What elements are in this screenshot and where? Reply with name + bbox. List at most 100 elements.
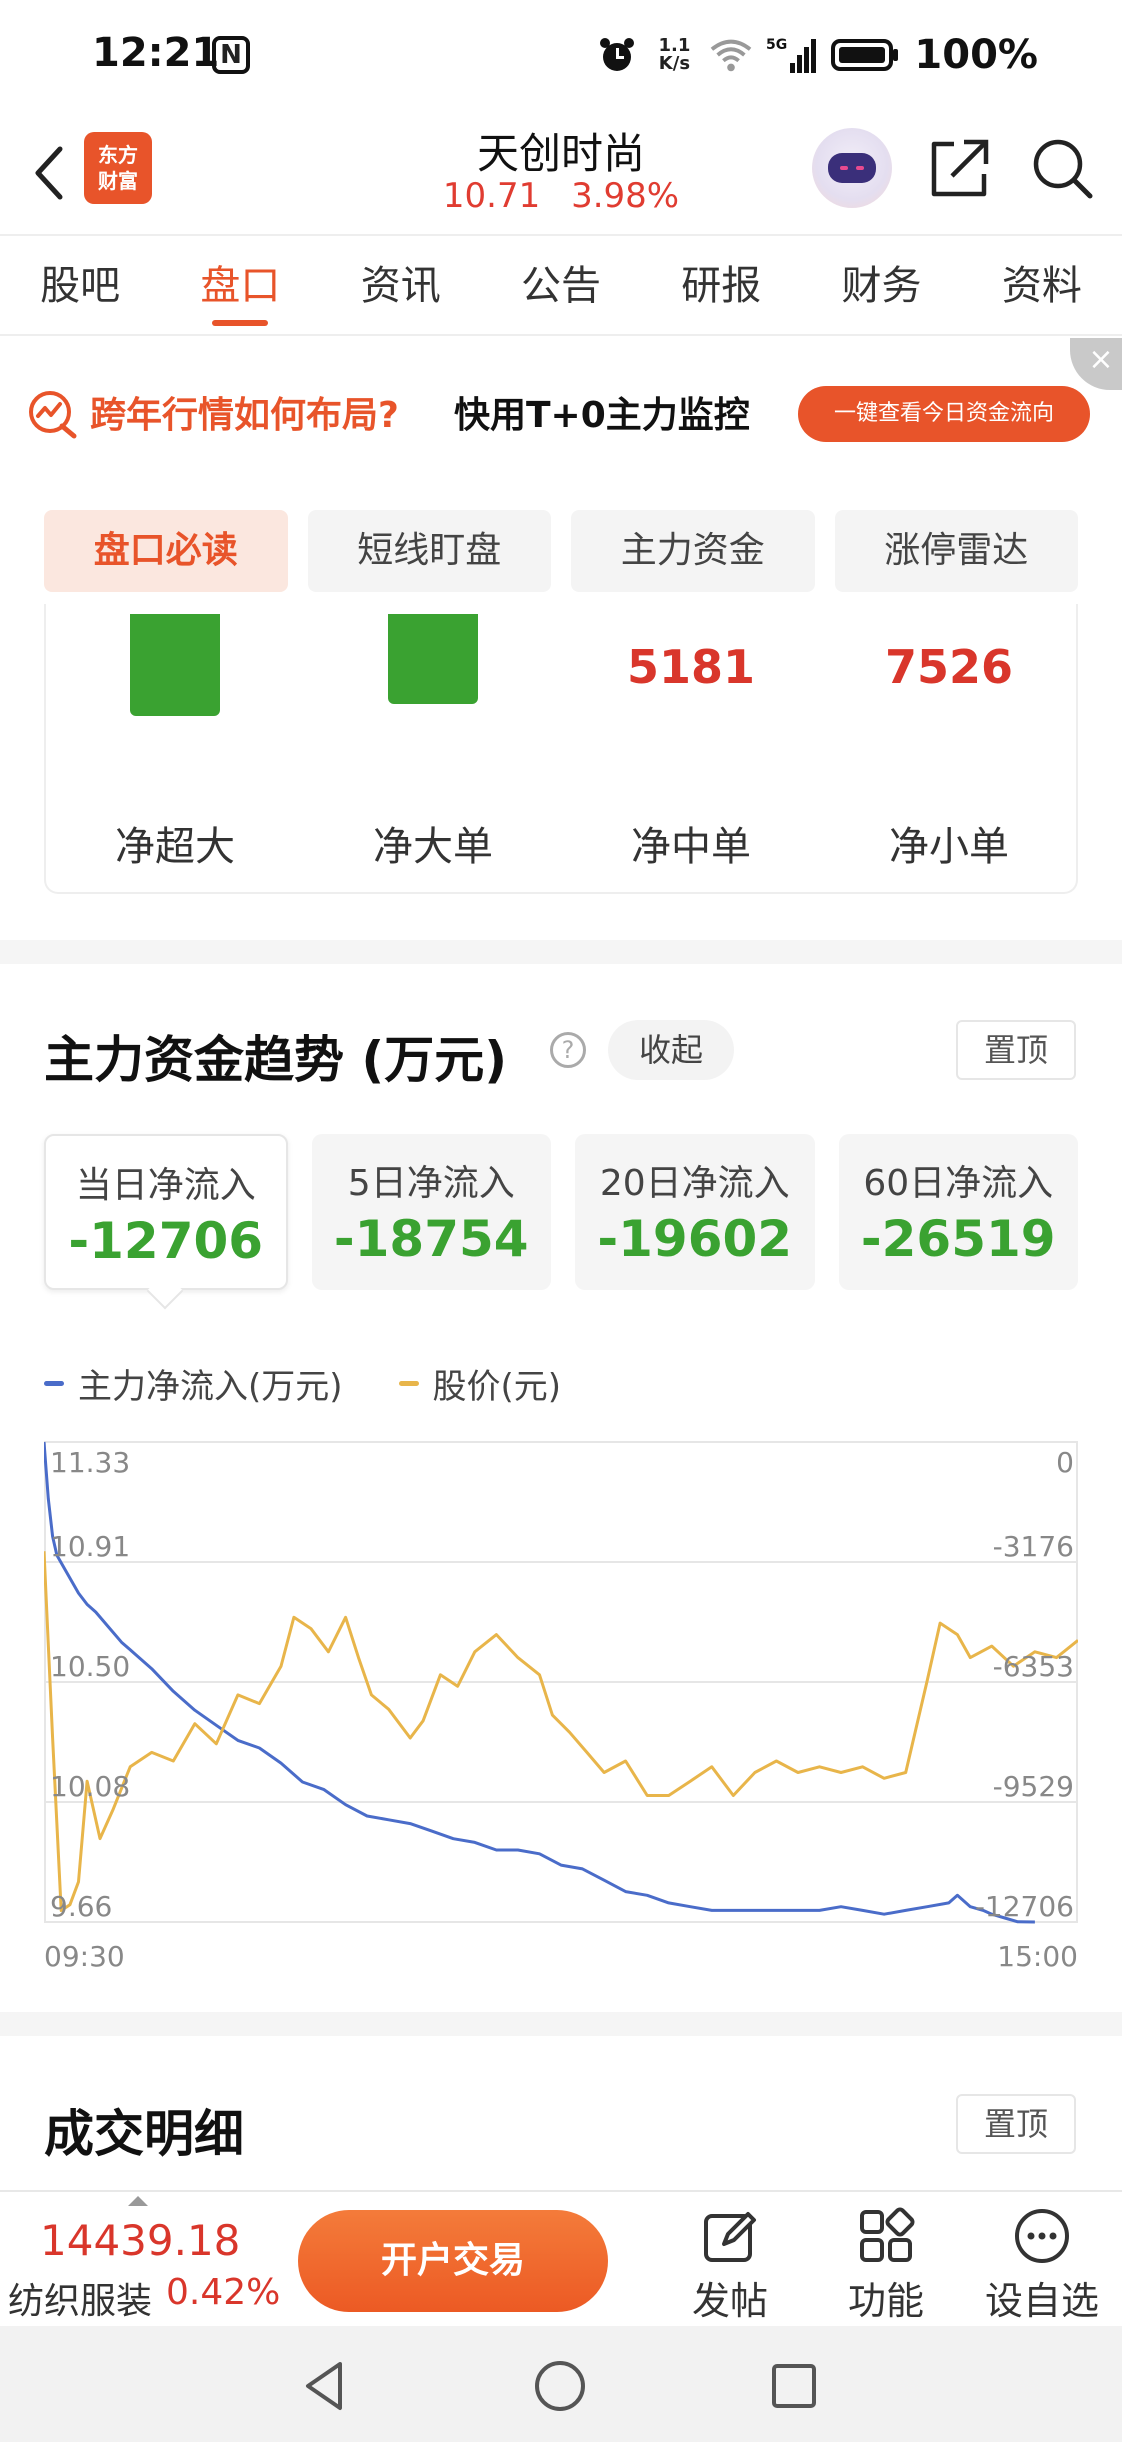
legend-item-net-inflow[interactable]: 主力净流入(万元) [44, 1359, 343, 1408]
nav-back-button[interactable] [296, 2356, 356, 2416]
functions-button[interactable]: 功能 [816, 2206, 956, 2326]
net-speed: 1.1 K/s [652, 37, 696, 73]
help-icon[interactable]: ? [550, 1032, 586, 1068]
search-button[interactable] [1028, 134, 1096, 202]
legend-label: 主力净流入(万元) [78, 1366, 343, 1407]
x-tick-label-end: 15:00 [997, 1940, 1078, 1972]
close-banner-button[interactable]: × [1070, 338, 1122, 390]
vol-bar-large [388, 614, 478, 704]
subtab-must-read[interactable]: 盘口必读 [44, 510, 288, 592]
net-speed-unit: K/s [658, 53, 691, 74]
subtab-short-term[interactable]: 短线盯盘 [307, 510, 551, 592]
legend-swatch [44, 1380, 64, 1386]
right-tick-label: 0 [1056, 1446, 1074, 1479]
vol-col-super-large: 净超大 [46, 604, 304, 894]
flow-card-label: 当日净流入 [75, 1165, 256, 1206]
status-icons: 1.1 K/s 5G 100% [596, 30, 1038, 80]
square-recents-icon [772, 2364, 816, 2408]
ai-assistant-avatar[interactable] [812, 128, 892, 208]
left-tick-label: 10.50 [50, 1650, 130, 1683]
sector-name[interactable]: 纺织服装 [8, 2272, 152, 2324]
series-line-price [44, 1551, 1078, 1912]
trend-section-title: 主力资金趋势 (万元) [44, 1031, 508, 1089]
wifi-icon [710, 34, 752, 76]
share-button[interactable] [928, 134, 990, 200]
trend-search-icon [26, 388, 78, 440]
vol-bar-super-large [130, 614, 220, 716]
add-watchlist-button[interactable]: 设自选 [972, 2206, 1112, 2326]
subtab-limit-up-radar[interactable]: 涨停雷达 [834, 510, 1078, 592]
sub-tabs: 盘口必读 短线盯盘 主力资金 涨停雷达 [44, 510, 1078, 592]
banner-subhead: 快用T+0主力监控 [454, 395, 750, 436]
robot-icon [828, 153, 876, 183]
battery-percent: 100% [914, 32, 1038, 78]
more-dots-icon [1012, 2206, 1072, 2266]
banner-cta-button[interactable]: 一键查看今日资金流向 [798, 386, 1090, 442]
x-tick-label-start: 09:30 [44, 1940, 125, 1972]
main-tabs: 股吧 盘口 资讯 公告 研报 财务 资料 [0, 234, 1122, 336]
status-bar: 12:21 N 1.1 K/s 5G 100% [0, 0, 1122, 118]
flow-card-value: -18754 [333, 1210, 529, 1268]
legend-item-price[interactable]: 股价(元) [398, 1359, 561, 1408]
flow-card-label: 20日净流入 [599, 1163, 790, 1204]
tab-guba[interactable]: 股吧 [0, 236, 160, 334]
alarm-icon [596, 34, 638, 76]
vol-label: 净中单 [631, 824, 751, 870]
flow-card-label: 5日净流入 [347, 1163, 515, 1204]
flow-card-label: 60日净流入 [863, 1163, 1054, 1204]
fund-trend-chart-svg: 11.33 0 10.91 -3176 10.50 -6353 10.08 -9529 9.66… [44, 1441, 1078, 1972]
tab-pankou[interactable]: 盘口 [160, 236, 320, 334]
right-tick-label: -9529 [993, 1770, 1074, 1803]
tab-research[interactable]: 研报 [641, 236, 801, 334]
tab-announcements[interactable]: 公告 [481, 236, 641, 334]
nav-recents-button[interactable] [764, 2356, 824, 2416]
flow-card-value: -26519 [860, 1210, 1056, 1268]
sector-index-value[interactable]: 14439.18 [40, 2216, 240, 2265]
banner-headline: 跨年行情如何布局? [90, 395, 399, 436]
vol-label: 净超大 [115, 824, 235, 870]
open-account-trade-button[interactable]: 开户交易 [298, 2210, 608, 2312]
order-volume-card: 净超大 净大单 5181 净中单 7526 净小单 [44, 604, 1078, 894]
vol-value-medium: 5181 [626, 640, 756, 694]
right-tick-label: -12706 [975, 1890, 1074, 1923]
left-tick-label: 10.08 [50, 1770, 130, 1803]
chart-legend: 主力净流入(万元) 股价(元) [44, 1358, 561, 1408]
trade-detail-title: 成交明细 [44, 2105, 244, 2163]
bottom-item-label: 发帖 [691, 2279, 768, 2323]
grid-apps-icon [856, 2206, 916, 2266]
section-divider [0, 940, 1122, 964]
fund-trend-chart: 11.33 0 10.91 -3176 10.50 -6353 10.08 -9529 9.66… [44, 1432, 1078, 1972]
post-button[interactable]: 发帖 [660, 2206, 800, 2326]
caret-up-icon [128, 2196, 148, 2206]
tab-profile[interactable]: 资料 [962, 236, 1122, 334]
system-nav-bar [0, 2326, 1122, 2442]
tab-finance[interactable]: 财务 [801, 236, 961, 334]
subtab-main-funds[interactable]: 主力资金 [571, 510, 815, 592]
status-time: 12:21 [92, 30, 220, 76]
pin-to-top-button[interactable]: 置顶 [956, 1020, 1076, 1080]
sector-change-pct[interactable]: 0.42% [166, 2272, 280, 2313]
stock-header: 东方 财富 天创时尚 10.71 3.98% [0, 118, 1122, 234]
flow-card-value: -12706 [68, 1212, 264, 1270]
flow-card-5d[interactable]: 5日净流入 -18754 [311, 1134, 551, 1290]
net-inflow-cards: 当日净流入 -12706 5日净流入 -18754 20日净流入 -19602 … [44, 1134, 1078, 1294]
left-tick-label: 10.91 [50, 1530, 130, 1563]
stock-price: 10.71 [442, 176, 541, 216]
nfc-icon: N [212, 36, 250, 74]
flow-card-60d[interactable]: 60日净流入 -26519 [838, 1134, 1078, 1290]
tab-news[interactable]: 资讯 [321, 236, 481, 334]
bottom-item-label: 功能 [847, 2279, 924, 2323]
svg-text:5G: 5G [766, 37, 787, 53]
promo-banner[interactable]: × 跨年行情如何布局? 快用T+0主力监控 一键查看今日资金流向 [0, 336, 1122, 486]
vol-value-small: 7526 [884, 640, 1014, 694]
collapse-button[interactable]: 收起 [608, 1020, 734, 1080]
battery-icon [830, 34, 900, 76]
flow-card-20d[interactable]: 20日净流入 -19602 [575, 1134, 815, 1290]
section-divider [0, 2012, 1122, 2036]
flow-card-today[interactable]: 当日净流入 -12706 [44, 1134, 288, 1290]
nav-home-button[interactable] [530, 2356, 590, 2416]
vol-col-medium: 5181 净中单 [562, 604, 820, 894]
left-tick-label: 11.33 [50, 1446, 130, 1479]
pin-to-top-button[interactable]: 置顶 [956, 2094, 1076, 2154]
bottom-item-label: 设自选 [984, 2279, 1099, 2323]
